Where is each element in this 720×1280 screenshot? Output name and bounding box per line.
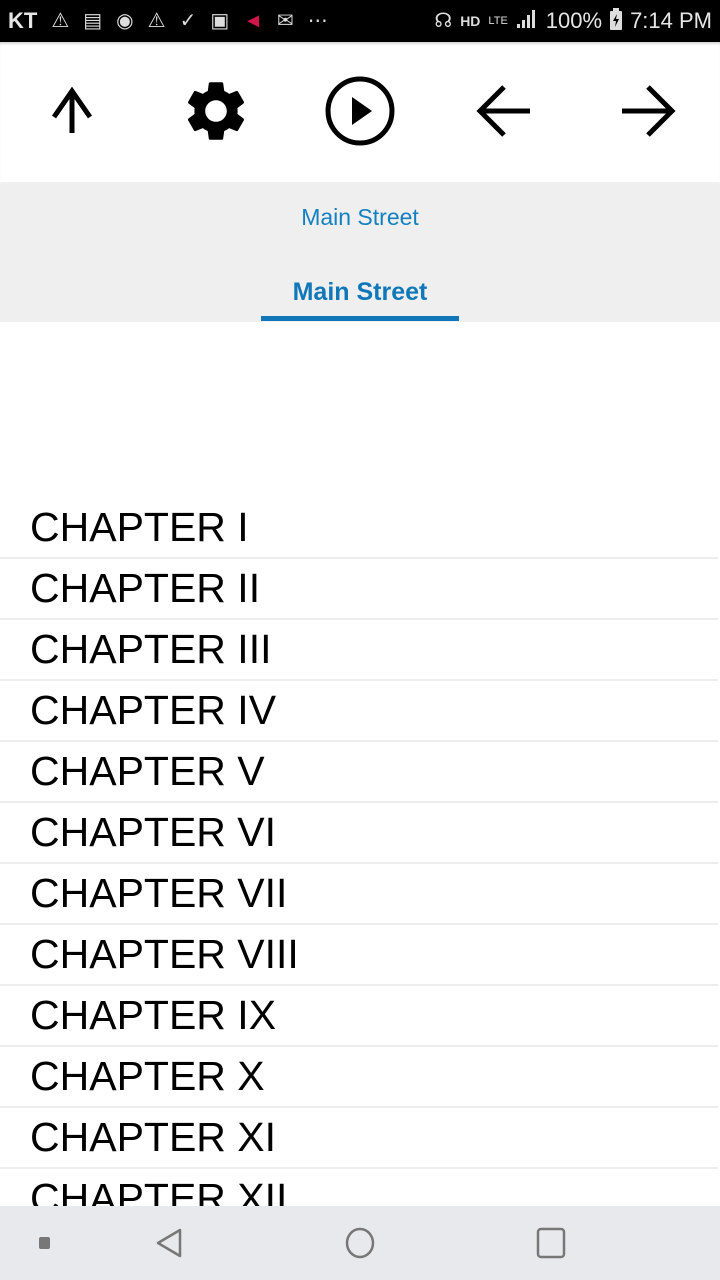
warning-icon: ⚠ — [147, 10, 166, 32]
headphones-icon: ☊ — [434, 10, 453, 32]
chapter-item[interactable]: CHAPTER IV — [0, 681, 718, 742]
chapter-item[interactable]: CHAPTER IX — [0, 986, 718, 1047]
arrow-up-icon — [51, 86, 93, 133]
chapter-item[interactable]: CHAPTER VII — [0, 864, 718, 925]
back-triangle-icon — [156, 1228, 182, 1258]
battery-charging-icon — [610, 8, 623, 34]
status-bar: KT ⚠ ▤ ◉ ⚠ ✓ ▣ ◄ ✉ ⋯ ☊ HD LTE 100% 7:14 … — [0, 0, 720, 42]
chapter-list[interactable]: CHAPTER I CHAPTER II CHAPTER III CHAPTER IV… — [0, 498, 718, 1206]
gmail-icon: ✉ — [277, 10, 294, 32]
play-circle-icon — [325, 76, 395, 146]
download-done-icon: ✓ — [179, 10, 197, 32]
arrow-left-icon — [476, 85, 530, 137]
settings-button[interactable] — [176, 71, 256, 151]
firefox-icon: ◉ — [116, 10, 134, 32]
more-icon: ⋯ — [307, 10, 328, 32]
clock: 7:14 PM — [630, 8, 712, 33]
signal-icon — [516, 9, 538, 33]
book-title: Main Street — [301, 204, 419, 230]
warning-icon: ⚠ — [51, 10, 70, 32]
hd-voice-icon: HD — [460, 13, 481, 29]
chapter-item[interactable]: CHAPTER XI — [0, 1108, 718, 1169]
nav-back-button[interactable] — [152, 1226, 186, 1265]
chapter-item[interactable]: CHAPTER VI — [0, 803, 718, 864]
tab-main-street[interactable]: Main Street — [261, 262, 459, 322]
back-button[interactable] — [464, 71, 544, 151]
chapter-item[interactable]: CHAPTER X — [0, 1047, 718, 1108]
up-button[interactable] — [32, 71, 112, 151]
maps-icon: ▣ — [210, 10, 230, 32]
nav-home-button[interactable] — [343, 1226, 377, 1265]
chapter-item[interactable]: CHAPTER III — [0, 620, 718, 681]
news-icon: ▤ — [83, 10, 103, 32]
play-button[interactable] — [320, 71, 400, 151]
carrier-label: KT — [8, 8, 38, 33]
chapter-item[interactable]: CHAPTER I — [0, 498, 718, 559]
gear-icon — [187, 82, 245, 140]
chapter-item[interactable]: CHAPTER VIII — [0, 925, 718, 986]
nav-recents-button[interactable] — [534, 1226, 568, 1265]
lte-icon: LTE — [488, 14, 508, 27]
chapter-item[interactable]: CHAPTER II — [0, 559, 718, 620]
home-circle-icon — [345, 1227, 375, 1259]
nav-indicator — [39, 1237, 50, 1249]
megaphone-icon: ◄ — [243, 10, 264, 32]
battery-percent: 100% — [545, 8, 603, 33]
tab-indicator — [261, 316, 459, 321]
chapter-item[interactable]: CHAPTER V — [0, 742, 718, 803]
toolbar — [0, 42, 720, 180]
navigation-bar — [0, 1206, 720, 1280]
recents-square-icon — [536, 1227, 566, 1259]
forward-button[interactable] — [608, 71, 688, 151]
chapter-item[interactable]: CHAPTER XII — [0, 1169, 718, 1206]
arrow-right-icon — [622, 85, 676, 137]
